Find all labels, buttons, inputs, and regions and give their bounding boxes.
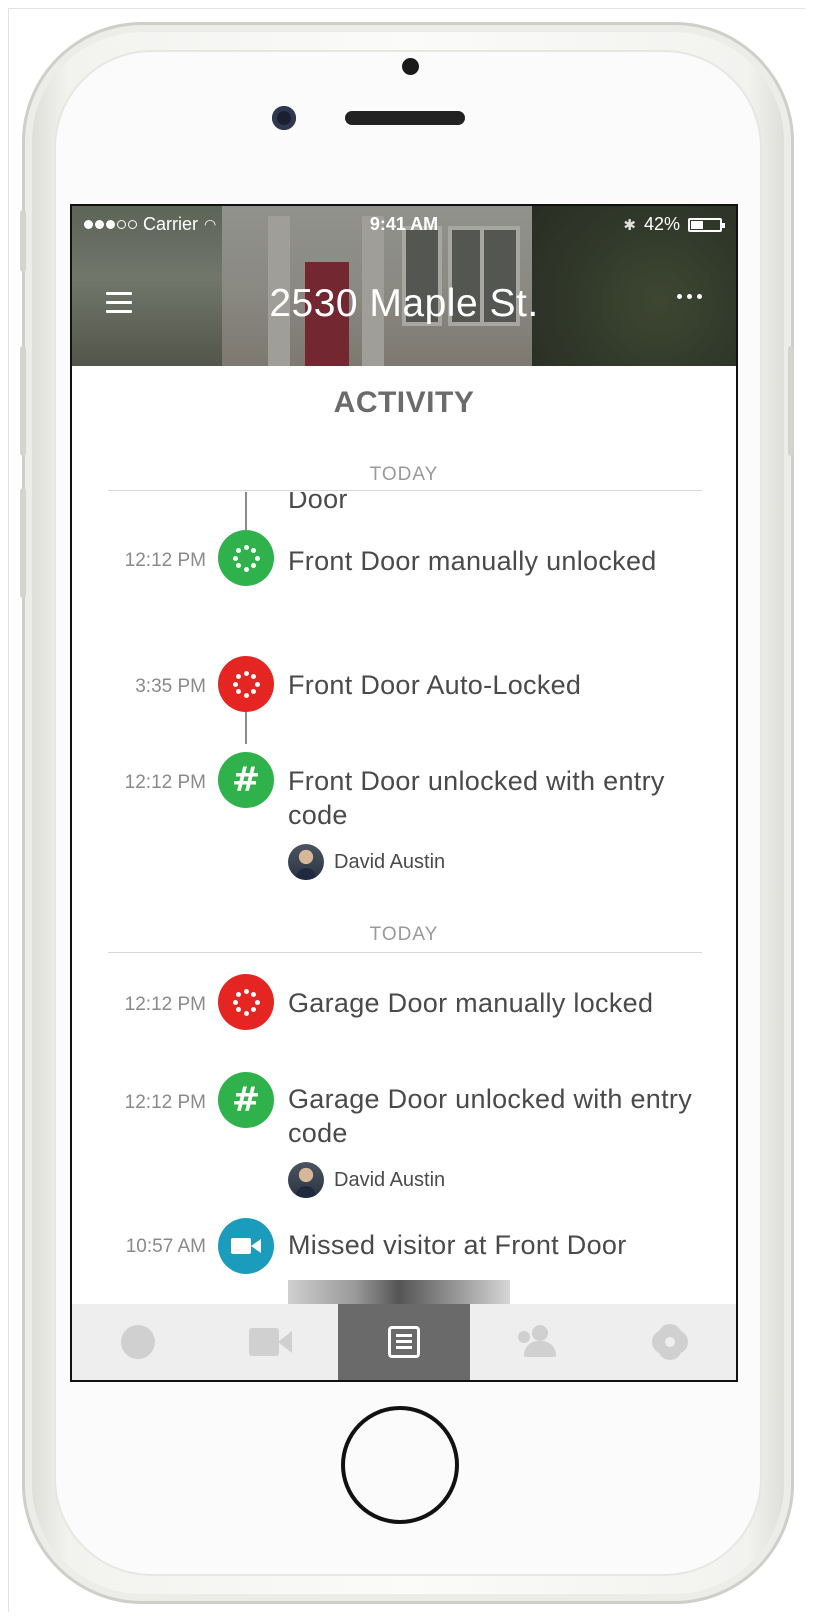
event-time: 3:35 PM bbox=[135, 676, 206, 697]
event-text-partial: Door bbox=[288, 492, 348, 514]
event-text: Front Door manually unlocked bbox=[288, 546, 657, 576]
tab-settings[interactable] bbox=[603, 1304, 736, 1380]
event-time: 12:12 PM bbox=[124, 994, 206, 1015]
event-user[interactable]: David Austin bbox=[288, 844, 445, 880]
tab-bar bbox=[72, 1304, 736, 1380]
volume-up-button bbox=[20, 346, 26, 456]
earpiece-speaker bbox=[345, 111, 465, 125]
visitor-snapshot[interactable] bbox=[288, 1280, 510, 1304]
tab-activity[interactable] bbox=[337, 1304, 471, 1380]
entry-code-hash-icon: # bbox=[218, 752, 274, 808]
battery-percent: 42% bbox=[643, 214, 680, 234]
tab-video[interactable] bbox=[205, 1304, 338, 1380]
video-camera-icon bbox=[249, 1328, 293, 1356]
battery-icon bbox=[688, 217, 725, 232]
event-text: Garage Door unlocked with entry code bbox=[288, 1084, 693, 1148]
activity-title: ACTIVITY bbox=[333, 386, 475, 419]
list-icon bbox=[387, 1326, 420, 1358]
user-name: David Austin bbox=[334, 850, 446, 873]
event-time: 12:12 PM bbox=[124, 1092, 206, 1113]
home-button[interactable] bbox=[341, 1406, 459, 1524]
bluetooth-icon: ✱ bbox=[623, 216, 636, 234]
event-time: 12:12 PM bbox=[124, 550, 206, 571]
tab-home[interactable] bbox=[72, 1304, 205, 1380]
app-screen: Carrier ◠ 9:41 AM ✱ 42% 2530 Maple St. A… bbox=[70, 204, 738, 1382]
front-camera bbox=[272, 106, 296, 130]
circle-icon bbox=[121, 1325, 156, 1359]
nav-row: 2530 Maple St. bbox=[72, 268, 736, 338]
tab-users[interactable] bbox=[470, 1304, 603, 1380]
event-time: 10:57 AM bbox=[125, 1236, 206, 1257]
day-label: TODAY bbox=[369, 464, 439, 485]
event-text: Garage Door manually locked bbox=[288, 988, 654, 1018]
mute-switch bbox=[20, 210, 26, 272]
proximity-sensor bbox=[402, 58, 419, 75]
ellipsis-icon[interactable] bbox=[677, 294, 702, 299]
avatar bbox=[288, 844, 324, 880]
entry-code-hash-icon: # bbox=[218, 1072, 274, 1128]
event-user[interactable]: David Austin bbox=[288, 1162, 445, 1198]
volume-down-button bbox=[20, 488, 26, 598]
day-divider bbox=[108, 952, 702, 953]
battery-level bbox=[691, 220, 703, 229]
property-title: 2530 Maple St. bbox=[269, 282, 539, 325]
avatar bbox=[288, 1162, 324, 1198]
video-camera-icon bbox=[218, 1218, 274, 1274]
power-button bbox=[788, 346, 794, 456]
user-name: David Austin bbox=[334, 1168, 446, 1191]
users-icon bbox=[514, 1325, 560, 1359]
status-right: ✱ 42% bbox=[623, 214, 725, 235]
lock-ring-icon bbox=[218, 974, 274, 1030]
activity-feed[interactable]: Door 12:12 PM Front Door manually unlock… bbox=[72, 492, 736, 1304]
day-divider bbox=[108, 490, 702, 491]
event-text: Front Door Auto-Locked bbox=[288, 670, 582, 700]
event-text: Missed visitor at Front Door bbox=[288, 1230, 627, 1260]
event-time: 12:12 PM bbox=[124, 772, 206, 793]
day-label: TODAY bbox=[369, 924, 439, 945]
lock-ring-icon bbox=[218, 656, 274, 712]
event-text: Front Door unlocked with entry code bbox=[288, 766, 665, 830]
status-bar: Carrier ◠ 9:41 AM ✱ 42% bbox=[72, 212, 736, 238]
timeline-connector bbox=[245, 492, 247, 530]
unlock-ring-icon bbox=[218, 530, 274, 586]
gear-icon bbox=[654, 1327, 685, 1357]
property-header: Carrier ◠ 9:41 AM ✱ 42% 2530 Maple St. bbox=[72, 206, 736, 366]
